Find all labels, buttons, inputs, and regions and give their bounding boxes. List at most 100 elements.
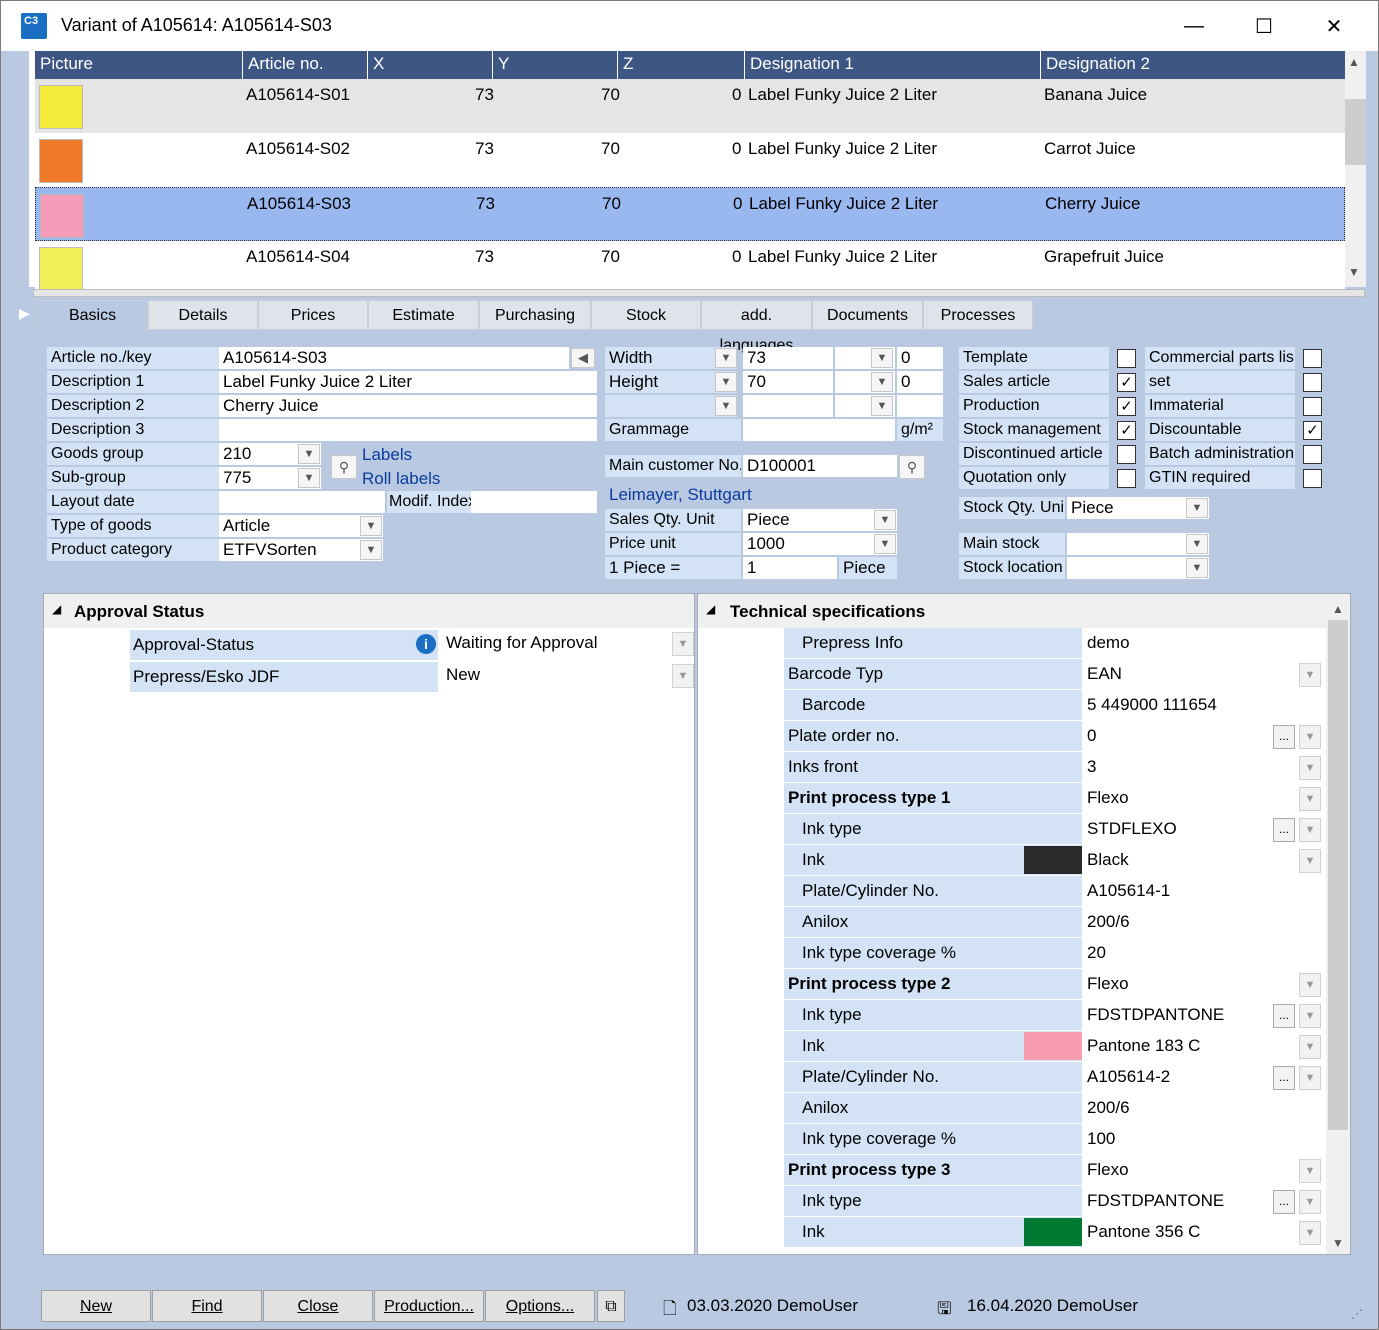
copy-icon[interactable]: ⧉ [597, 1290, 625, 1322]
scroll-thumb[interactable] [1345, 99, 1366, 165]
new-button[interactable]: New [41, 1290, 151, 1322]
production-button[interactable]: Production... [374, 1290, 484, 1322]
chevron-down-icon[interactable]: ▼ [1299, 1190, 1321, 1214]
layout-date-field[interactable] [219, 491, 385, 513]
spec-value[interactable]: Flexo [1087, 1155, 1129, 1185]
main-customer-field[interactable]: D100001 [743, 455, 897, 477]
expand-arrow-icon[interactable]: ▶ [19, 305, 30, 322]
col-header-article[interactable]: Article no. [243, 51, 368, 79]
width-field[interactable]: 73 [743, 347, 833, 369]
info-icon[interactable]: i [416, 634, 436, 654]
flag-checkbox[interactable] [1117, 445, 1136, 464]
tab-prices[interactable]: Prices [258, 300, 368, 330]
table-row[interactable]: A105614-S04 73 70 0 Label Funky Juice 2 Lite… [35, 241, 1345, 295]
desc2-field[interactable]: Cherry Juice [219, 395, 597, 417]
spec-value[interactable]: Flexo [1087, 969, 1129, 999]
width-dropdown-icon[interactable]: ▼ [715, 348, 737, 368]
approval-status-dropdown-icon[interactable]: ▼ [672, 632, 694, 656]
tech-scrollbar[interactable]: ▲ ▼ [1326, 596, 1350, 1254]
main-stock-dropdown-icon[interactable]: ▼ [1186, 534, 1208, 554]
spec-value[interactable]: Pantone 183 C [1087, 1031, 1200, 1061]
flag-checkbox[interactable] [1303, 349, 1322, 368]
article-no-cell[interactable]: A105614-S02 [246, 139, 350, 159]
flag-checkbox[interactable] [1117, 469, 1136, 488]
table-row[interactable]: A105614-S03 73 70 0 Label Funky Juice 2 Lite… [35, 187, 1345, 241]
col-header-designation1[interactable]: Designation 1 [745, 51, 1041, 79]
width-unit-dropdown-icon[interactable]: ▼ [871, 348, 893, 368]
col-header-designation2[interactable]: Designation 2 [1041, 51, 1345, 79]
splitter[interactable] [33, 289, 1365, 297]
col-header-y[interactable]: Y [493, 51, 618, 79]
chevron-down-icon[interactable]: ▼ [1299, 1066, 1321, 1090]
extra-dim-dropdown-icon[interactable]: ▼ [715, 396, 737, 416]
tech-scroll-down-icon[interactable]: ▼ [1332, 1236, 1344, 1250]
browse-button[interactable]: ... [1273, 1004, 1295, 1028]
spec-value[interactable]: FDSTDPANTONE [1087, 1000, 1224, 1030]
stock-qty-unit-dropdown-icon[interactable]: ▼ [1186, 498, 1208, 518]
spec-value[interactable]: demo [1087, 628, 1130, 658]
spec-value[interactable]: Flexo [1087, 783, 1129, 813]
product-cat-dropdown-icon[interactable]: ▼ [360, 540, 382, 560]
chevron-down-icon[interactable]: ▼ [1299, 663, 1321, 687]
modif-index-field[interactable] [471, 491, 597, 513]
sales-qty-unit-dropdown-icon[interactable]: ▼ [874, 510, 896, 530]
flag-checkbox[interactable] [1117, 349, 1136, 368]
spec-value[interactable]: FDSTDPANTONE [1087, 1186, 1224, 1216]
find-button[interactable]: Find [152, 1290, 262, 1322]
chevron-down-icon[interactable]: ▼ [1299, 1004, 1321, 1028]
spec-value[interactable]: 100 [1087, 1124, 1115, 1154]
minimize-button[interactable]: — [1171, 9, 1217, 43]
flag-checkbox[interactable] [1303, 397, 1322, 416]
arrow-left-icon[interactable]: ◀ [571, 348, 595, 368]
tech-collapse-icon[interactable]: ◢ [706, 602, 715, 616]
type-goods-field[interactable]: Article [219, 515, 383, 537]
extra-dim-field[interactable] [743, 395, 833, 417]
sub-group-dropdown-icon[interactable]: ▼ [298, 468, 320, 488]
spec-value[interactable]: A105614-1 [1087, 876, 1170, 906]
spec-value[interactable]: 20 [1087, 938, 1106, 968]
spec-value[interactable]: Black [1087, 845, 1129, 875]
spec-value[interactable]: 200/6 [1087, 1093, 1130, 1123]
grid-scrollbar[interactable]: ▲ ▼ [1345, 51, 1366, 287]
flag-checkbox[interactable] [1303, 469, 1322, 488]
height-unit-dropdown-icon[interactable]: ▼ [871, 372, 893, 392]
flag-checkbox[interactable]: ✓ [1117, 421, 1136, 440]
col-header-picture[interactable]: Picture [35, 51, 243, 79]
tab-processes[interactable]: Processes [923, 300, 1033, 330]
goods-group-link[interactable]: Labels [362, 445, 412, 465]
browse-button[interactable]: ... [1273, 1066, 1295, 1090]
extra-dim-unit-dropdown-icon[interactable]: ▼ [871, 396, 893, 416]
browse-button[interactable]: ... [1273, 725, 1295, 749]
search-icon[interactable]: ⚲ [331, 455, 357, 479]
desc3-field[interactable] [219, 419, 597, 441]
table-row[interactable]: A105614-S02 73 70 0 Label Funky Juice 2 Lite… [35, 133, 1345, 187]
spec-value[interactable]: 0 [1087, 721, 1096, 751]
options-button[interactable]: Options... [485, 1290, 595, 1322]
product-cat-field[interactable]: ETFVSorten [219, 539, 383, 561]
spec-value[interactable]: Pantone 356 C [1087, 1217, 1200, 1247]
width2-field[interactable]: 0 [897, 347, 943, 369]
tab-details[interactable]: Details [148, 300, 258, 330]
chevron-down-icon[interactable]: ▼ [1299, 849, 1321, 873]
tab-basics[interactable]: Basics [37, 300, 148, 332]
resize-grip-icon[interactable]: ⋰ [1351, 1307, 1363, 1321]
grammage-field[interactable] [743, 419, 895, 441]
flag-checkbox[interactable]: ✓ [1117, 373, 1136, 392]
col-header-z[interactable]: Z [618, 51, 745, 79]
customer-name-link[interactable]: Leimayer, Stuttgart [609, 485, 752, 505]
chevron-down-icon[interactable]: ▼ [1299, 1035, 1321, 1059]
tab-documents[interactable]: Documents [812, 300, 923, 330]
chevron-down-icon[interactable]: ▼ [1299, 787, 1321, 811]
flag-checkbox[interactable] [1303, 445, 1322, 464]
type-goods-dropdown-icon[interactable]: ▼ [360, 516, 382, 536]
stock-location-dropdown-icon[interactable]: ▼ [1186, 558, 1208, 578]
article-no-field[interactable]: A105614-S03 [219, 347, 569, 369]
height2-field[interactable]: 0 [897, 371, 943, 393]
height-field[interactable]: 70 [743, 371, 833, 393]
spec-value[interactable]: STDFLEXO [1087, 814, 1177, 844]
spec-value[interactable]: 3 [1087, 752, 1096, 782]
scroll-down-icon[interactable]: ▼ [1348, 265, 1360, 279]
chevron-down-icon[interactable]: ▼ [1299, 725, 1321, 749]
article-no-cell[interactable]: A105614-S04 [246, 247, 350, 267]
col-header-x[interactable]: X [368, 51, 493, 79]
